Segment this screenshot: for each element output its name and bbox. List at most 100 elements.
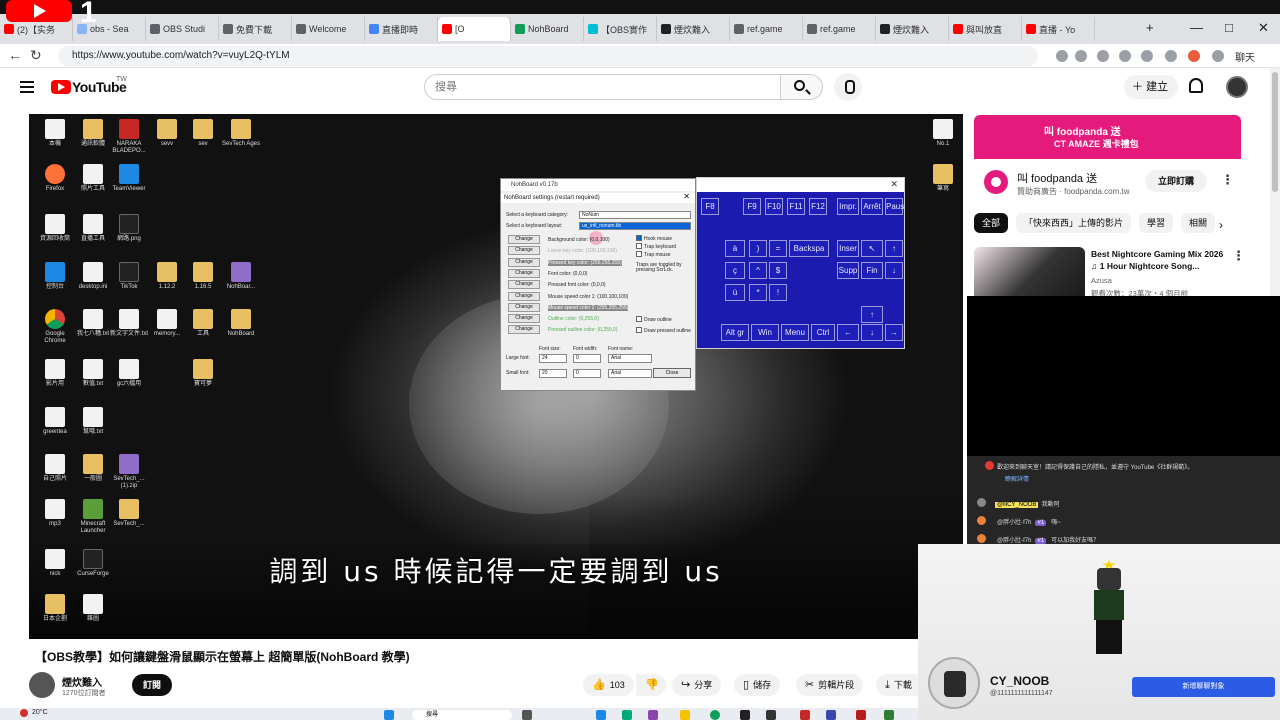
start-icon[interactable]	[384, 710, 394, 720]
close-icon[interactable]: ✕	[890, 179, 898, 190]
desktop-icon[interactable]: TikTok	[109, 262, 149, 291]
change-color-button[interactable]: Change	[508, 314, 540, 324]
filter-chip[interactable]: 學習	[1139, 213, 1174, 233]
change-color-button[interactable]: Change	[508, 257, 540, 267]
add-contact-button[interactable]: 新增聊聊對象	[1132, 677, 1275, 697]
checkbox[interactable]	[636, 243, 642, 249]
recommendation-title[interactable]: Best Nightcore Gaming Mix 2026 ♫ 1 Hour …	[1091, 248, 1231, 272]
youtube-logo-icon[interactable]	[51, 80, 71, 94]
desktop-icon[interactable]: 一般圖	[73, 454, 113, 483]
small-font-size[interactable]: 20	[539, 369, 567, 378]
desktop-icon[interactable]: SevTech_...(1).zip	[109, 454, 149, 490]
browser-tab[interactable]: ref.game	[730, 17, 803, 41]
desktop-icon[interactable]: 寶可夢	[183, 359, 223, 388]
clip-button[interactable]: ✂ 剪輯片段	[796, 674, 864, 696]
taskbar-app-icon[interactable]	[856, 710, 866, 720]
taskbar-app-icon[interactable]	[648, 710, 658, 720]
ad-order-button[interactable]: 立即訂購	[1145, 170, 1207, 192]
browser-tab[interactable]: 直播即時	[365, 17, 438, 41]
desktop-icon[interactable]: SevTech_...	[109, 499, 149, 528]
desktop-icon[interactable]: 控制台	[35, 262, 75, 291]
browser-tab[interactable]: obs - Sea	[73, 17, 146, 41]
excel-icon[interactable]	[884, 710, 894, 720]
desktop-icon[interactable]: NohBoar...	[221, 262, 261, 291]
desktop-icon[interactable]: 1.16.5	[183, 262, 223, 291]
desktop-icon[interactable]: 網路.png	[109, 214, 149, 243]
new-tab-icon[interactable]: +	[1146, 20, 1154, 35]
subscribe-button[interactable]: 訂閱	[132, 674, 172, 696]
minimize-icon[interactable]: —	[1190, 20, 1203, 35]
browser-tab[interactable]: ref.game	[803, 17, 876, 41]
taskbar-app-icon[interactable]	[596, 710, 606, 720]
notifications-bell-icon[interactable]	[1189, 78, 1203, 93]
browser-tab[interactable]: NohBoard	[511, 17, 584, 41]
desktop-icon[interactable]: sevv	[147, 119, 187, 148]
chat-author[interactable]: @lllCY_NOOB	[995, 502, 1039, 508]
filter-chip[interactable]: 「快來西西」上傳的影片	[1016, 213, 1132, 233]
small-font-name[interactable]: Arial	[608, 369, 652, 378]
desktop-icon[interactable]: 資源回收筒	[35, 214, 75, 243]
hamburger-menu-icon[interactable]	[20, 81, 34, 93]
recommendation-thumbnail[interactable]	[974, 247, 1085, 297]
change-color-button[interactable]: Change	[508, 268, 540, 278]
edge-icon[interactable]	[710, 710, 720, 720]
draw-outline-check[interactable]	[636, 316, 642, 322]
desktop-icon[interactable]: Firefox	[35, 164, 75, 193]
large-font-width[interactable]: 0	[573, 354, 601, 363]
copilot-chat-button[interactable]: 聊天	[1235, 49, 1255, 64]
taskbar-app-icon[interactable]	[826, 710, 836, 720]
task-view-icon[interactable]	[522, 710, 532, 720]
channel-avatar[interactable]	[29, 672, 55, 698]
ad-more-icon[interactable]: ⋮	[1221, 172, 1234, 188]
voice-search-icon[interactable]	[834, 73, 862, 101]
browser-tab[interactable]: 煙炊難入	[657, 17, 730, 41]
collections-icon[interactable]	[1165, 50, 1177, 62]
change-color-button[interactable]: Change	[508, 325, 540, 335]
chat-author[interactable]: @胖小壯-f7h	[995, 517, 1033, 526]
desktop-icon[interactable]: 本機	[35, 119, 75, 148]
obs-icon[interactable]	[766, 710, 776, 720]
desktop-icon[interactable]: 雜圖	[73, 594, 113, 623]
desktop-icon[interactable]: 幫哦.txt	[73, 407, 113, 436]
checkbox[interactable]	[636, 235, 642, 241]
desktop-icon[interactable]: 我七八糟.txt	[73, 309, 113, 338]
recommendation-channel[interactable]: Azusa	[1091, 276, 1112, 285]
desktop-icon[interactable]: No.1	[923, 119, 963, 148]
like-button[interactable]: 👍 103	[583, 674, 634, 696]
scrollbar-thumb[interactable]	[1272, 72, 1278, 192]
desktop-icon[interactable]: 日本企劃	[35, 594, 75, 623]
checkbox[interactable]	[636, 251, 642, 257]
desktop-icon[interactable]: memory...	[147, 309, 187, 338]
create-button[interactable]: ＋ 建立	[1124, 75, 1178, 99]
favorites-icon[interactable]	[1141, 50, 1153, 62]
desktop-icon[interactable]: SevTech Ages	[221, 119, 261, 148]
page-scrollbar[interactable]	[1270, 68, 1280, 298]
category-select[interactable]: NoNum	[579, 211, 691, 219]
chips-next-icon[interactable]: ›	[1219, 218, 1223, 232]
browser-tab[interactable]: 【OBS實作	[584, 17, 657, 41]
change-color-button[interactable]: Change	[508, 302, 540, 312]
desktop-icon[interactable]: sev	[183, 119, 223, 148]
desktop-icon[interactable]: TeamViewer	[109, 164, 149, 193]
change-color-button[interactable]: Change	[508, 280, 540, 290]
browser-tab[interactable]: 免費下載	[219, 17, 292, 41]
menu-dots-icon[interactable]	[1212, 50, 1224, 62]
change-color-button[interactable]: Change	[508, 291, 540, 301]
dislike-button[interactable]: 👎	[636, 674, 666, 696]
change-color-button[interactable]: Change	[508, 235, 540, 244]
small-font-width[interactable]: 0	[573, 369, 601, 378]
desktop-icon[interactable]: 工具	[183, 309, 223, 338]
change-color-button[interactable]: Change	[508, 246, 540, 256]
browser-tab[interactable]: (2)【实务	[0, 17, 73, 41]
chat-author[interactable]: @胖小壯-f7h	[995, 535, 1033, 544]
desktop-icon[interactable]: 通訊軟體	[73, 119, 113, 148]
desktop-icon[interactable]: desktop.ini	[73, 262, 113, 291]
desktop-icon[interactable]: 1.12.2	[147, 262, 187, 291]
save-button[interactable]: ▯ 儲存	[734, 674, 781, 696]
video-player[interactable]: 本機 通訊軟體 NARAKA BLADEPO... sevv sev SevTech Ag…	[29, 114, 963, 639]
draw-pressed-outline-check[interactable]	[636, 327, 642, 333]
chat-notice-link[interactable]: 瞭解詳情	[1005, 474, 1029, 483]
close-button[interactable]: Close	[653, 368, 691, 378]
browser-tab[interactable]: Welcome	[292, 17, 365, 41]
taskbar-app-icon[interactable]	[622, 710, 632, 720]
